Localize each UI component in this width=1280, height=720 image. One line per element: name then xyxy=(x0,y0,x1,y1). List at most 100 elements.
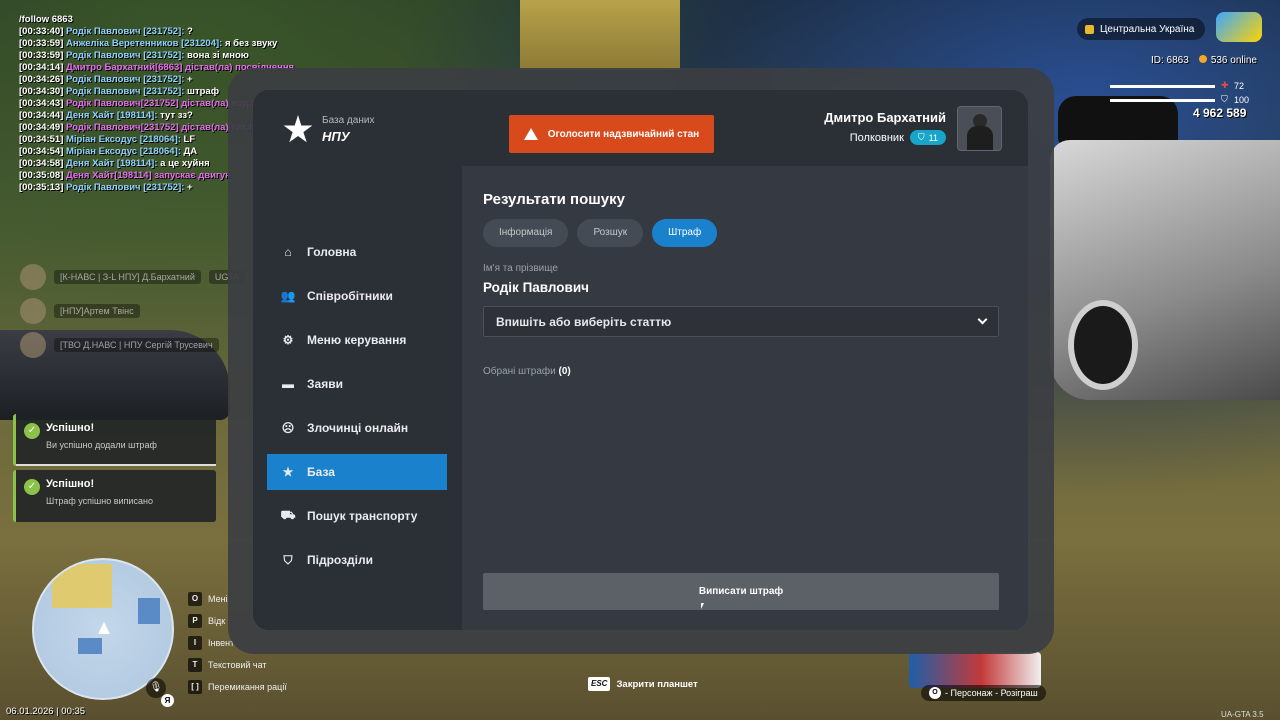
sidebar-item-mask[interactable]: ☹ Злочинці онлайн xyxy=(267,410,447,446)
health-value: 72 xyxy=(1234,81,1245,91)
sidebar-item-folder[interactable]: ▬ Заяви xyxy=(267,366,447,402)
esc-key: ESC xyxy=(588,677,611,691)
npu-logo xyxy=(283,115,313,145)
sidebar-item-home[interactable]: ⌂ Головна xyxy=(267,234,447,270)
sidebar: База даних НПУ ⌂ Головна 👥 Співробітники ⚙ Ме… xyxy=(253,90,462,630)
region-badge: Центральна Україна xyxy=(1077,18,1205,40)
results-title: Результати пошуку xyxy=(483,191,625,208)
player-row: [НПУ]Артем Твінс xyxy=(20,294,245,328)
close-tablet-hint[interactable]: ESC Закрити планшет xyxy=(588,677,698,691)
chat-author: Родік Павлович [231752]: xyxy=(66,50,185,61)
chat-time: [00:35:08] xyxy=(19,170,64,181)
chat-line: [00:33:40] Родік Павлович [231752]: ? xyxy=(19,26,310,38)
minimap-building xyxy=(138,598,160,624)
article-select-placeholder: Впишіть або виберіть статтю xyxy=(496,314,672,329)
avatar[interactable] xyxy=(957,106,1002,151)
chat-author: Деня Хайт[198114] запускає двигун xyxy=(66,170,231,181)
chat-time: [00:34:58] xyxy=(19,158,64,169)
sidebar-item-label: Пошук транспорту xyxy=(307,509,418,523)
tablet-screen: База даних НПУ ⌂ Головна 👥 Співробітники ⚙ Ме… xyxy=(253,90,1028,630)
chat-time: [00:33:59] xyxy=(19,50,64,61)
star-logo-icon xyxy=(283,115,313,143)
chat-line: /follow 6863 xyxy=(19,14,310,26)
chat-author: Родік Павлович [231752]: xyxy=(66,182,185,193)
sidebar-item-label: Заяви xyxy=(307,377,343,391)
keybind-key: P xyxy=(188,614,202,628)
game-version: UA-GTA 3.5 xyxy=(1221,710,1264,719)
player-tag: [ТВО Д.НАВС | НПУ Сергій Трусевич xyxy=(54,338,219,352)
keybind-label: Перемикання рації xyxy=(208,682,287,692)
chat-message: я без звуку xyxy=(222,38,278,49)
sidebar-item-users[interactable]: 👥 Співробітники xyxy=(267,278,447,314)
check-icon: ✓ xyxy=(24,479,40,495)
chat-time: [00:33:59] xyxy=(19,38,64,49)
star-icon: ★ xyxy=(282,465,294,479)
sidebar-nav: ⌂ Головна 👥 Співробітники ⚙ Меню керування ▬ За… xyxy=(267,234,447,586)
region-pin-icon xyxy=(1085,24,1094,34)
issue-fine-button[interactable]: Виписати штраф xyxy=(483,573,999,610)
online-count: 536 online xyxy=(1198,55,1257,66)
chat-author: Міріан Ексодус [218064]: xyxy=(66,146,181,157)
chat-author: /follow 6863 xyxy=(19,14,73,25)
toast-text: Штраф успішно виписано xyxy=(46,496,153,506)
giveaway-caption: O - Персонаж - Розіграш xyxy=(921,685,1046,701)
sidebar-item-label: Співробітники xyxy=(307,289,393,303)
online-icon xyxy=(1198,55,1207,63)
user-rank-row: Полковник ⛉ 11 xyxy=(850,130,946,145)
chat-time: [00:34:26] xyxy=(19,74,64,85)
keybind-key: [ ] xyxy=(188,680,202,694)
user-rank: Полковник xyxy=(849,131,904,144)
sidebar-item-shield[interactable]: ⛉ Підрозділи xyxy=(267,542,447,578)
chat-author: Деня Хайт [198114]: xyxy=(66,110,158,121)
chat-author: Анжеліка Веретенников [231204]: xyxy=(66,38,223,49)
chat-author: Деня Хайт [198114]: xyxy=(66,158,158,169)
chat-message: + xyxy=(184,74,193,85)
tab-2[interactable]: Штраф xyxy=(652,219,718,247)
chat-author: Родік Павлович [231752]: xyxy=(66,74,185,85)
close-tablet-label: Закрити планшет xyxy=(616,678,698,690)
tab-0[interactable]: Інформація xyxy=(483,219,569,247)
armor-icon: ⛉ xyxy=(1221,94,1228,104)
chat-line: [00:33:59] Анжеліка Веретенников [231204… xyxy=(19,38,310,50)
money: 4 962 589 xyxy=(1193,106,1247,120)
sidebar-item-star[interactable]: ★ База xyxy=(267,454,447,490)
armor-bar xyxy=(1110,99,1215,102)
chat-time: [00:35:13] xyxy=(19,182,64,193)
chat-time: [00:34:43] xyxy=(19,98,64,109)
mic-key: Я xyxy=(161,694,174,707)
chat-author: Міріан Ексодус [218064]: xyxy=(66,134,181,145)
keybind-key: T xyxy=(188,658,202,672)
chat-time: [00:34:14] xyxy=(19,62,64,73)
emergency-button[interactable]: Оголосити надзвичайний стан xyxy=(509,115,714,153)
emergency-label: Оголосити надзвичайний стан xyxy=(547,128,700,140)
db-label: База даних xyxy=(322,115,375,126)
chat-author: Родік Павлович [231752]: xyxy=(66,86,185,97)
chat-time: [00:33:40] xyxy=(19,26,64,37)
sidebar-item-label: База xyxy=(307,465,335,479)
sidebar-item-car[interactable]: ⛟ Пошук транспорту xyxy=(267,498,447,534)
sidebar-item-label: Меню керування xyxy=(307,333,407,347)
keybind-row: [ ] Перемикання рації xyxy=(188,676,287,698)
chat-message: штраф xyxy=(184,86,220,97)
player-arrow-icon xyxy=(98,622,110,634)
toast-progress xyxy=(16,464,216,466)
hud-id-row: ID: 6863 536 online xyxy=(1151,55,1257,66)
keybind-key: I xyxy=(188,636,202,650)
game-logo xyxy=(1216,12,1262,42)
giveaway-key: O xyxy=(929,687,941,699)
chat-time: [00:34:30] xyxy=(19,86,64,97)
nearby-players: [К-НАВС | З-L НПУ] Д.БархатнийUGTA [НПУ]А… xyxy=(20,260,246,362)
player-id: ID: 6863 xyxy=(1151,55,1189,66)
mask-icon: ☹ xyxy=(281,421,295,435)
selected-fines-count: (0) xyxy=(558,366,571,377)
chat-time: [00:34:44] xyxy=(19,110,64,121)
sidebar-item-gear[interactable]: ⚙ Меню керування xyxy=(267,322,447,358)
article-select[interactable]: Впишіть або виберіть статтю xyxy=(483,306,999,337)
keybind-label: Мені xyxy=(208,594,228,604)
tab-1[interactable]: Розшук xyxy=(577,219,644,247)
chat-message: ДА xyxy=(180,146,198,157)
minimap-zone xyxy=(52,564,112,608)
avatar-body xyxy=(967,126,993,150)
giveaway-banner[interactable] xyxy=(909,652,1041,688)
name-field-label: Ім'я та прізвище xyxy=(483,263,558,274)
